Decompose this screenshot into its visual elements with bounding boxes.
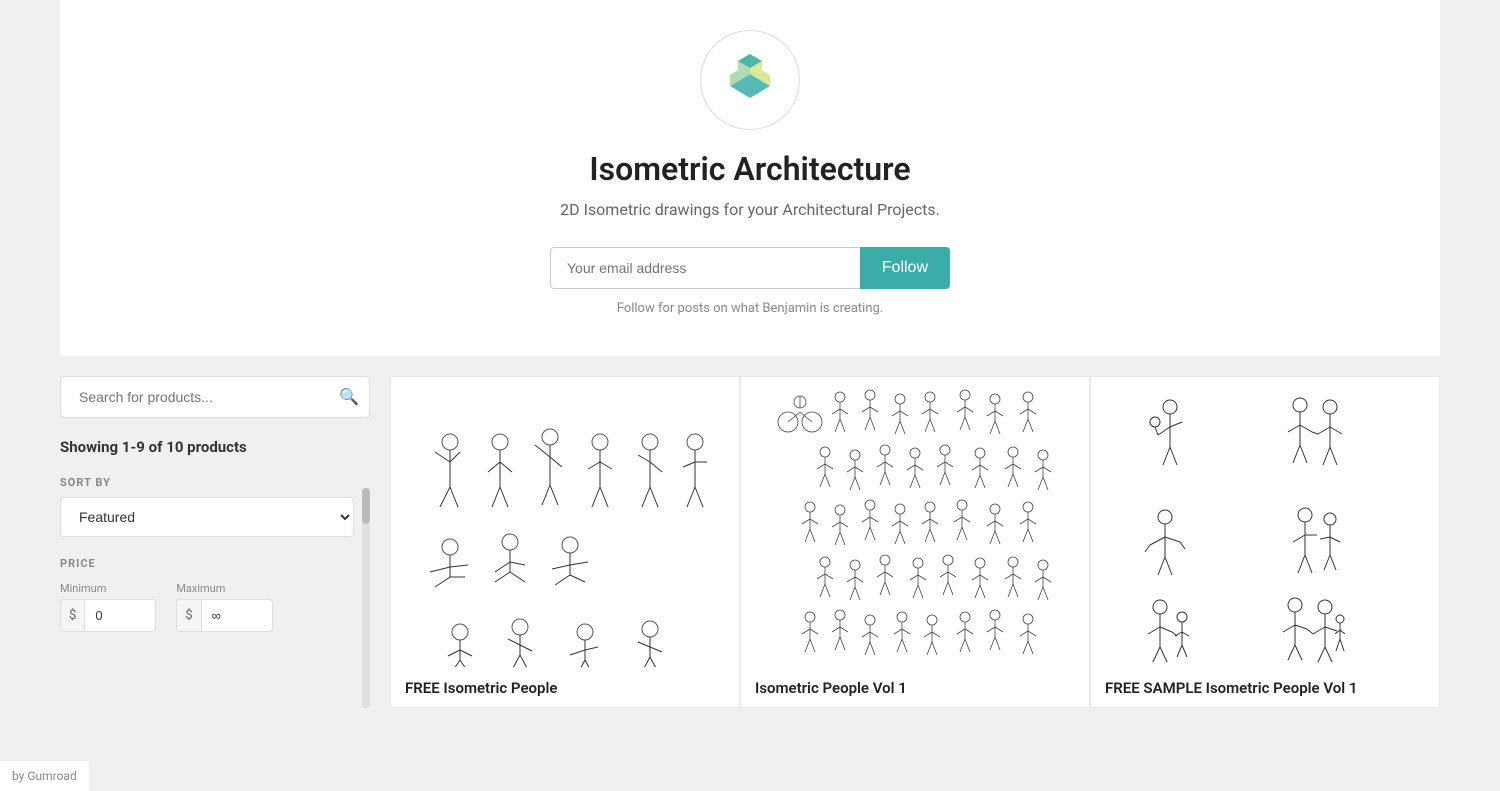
product-card-2[interactable]: Isometric People Vol 1 bbox=[740, 376, 1090, 708]
max-price-input[interactable] bbox=[202, 600, 272, 631]
product-card-1[interactable]: FREE Isometric People bbox=[390, 376, 740, 708]
scrollbar-track[interactable] bbox=[362, 488, 370, 708]
min-price-input[interactable] bbox=[85, 600, 155, 631]
search-bar: 🔍 bbox=[60, 376, 370, 418]
product-crowd-svg bbox=[741, 377, 1089, 667]
product-sketch-svg-1 bbox=[391, 377, 739, 667]
price-inputs: Minimum $ Maximum $ bbox=[60, 582, 354, 632]
showing-count: Showing 1-9 of 10 products bbox=[60, 438, 354, 456]
sort-select[interactable]: Featured Newest Highest Rated Most Revie… bbox=[60, 497, 354, 537]
max-label: Maximum bbox=[176, 582, 272, 595]
sort-by-label: SORT BY bbox=[60, 476, 354, 489]
follow-form: Follow bbox=[550, 247, 950, 289]
product-title-1: FREE Isometric People bbox=[391, 667, 739, 707]
follow-button[interactable]: Follow bbox=[860, 247, 950, 289]
gumroad-label: by Gumroad bbox=[12, 769, 77, 783]
logo-circle bbox=[700, 30, 800, 130]
max-price-group: Maximum $ bbox=[176, 582, 272, 632]
hero-section: Isometric Architecture 2D Isometric draw… bbox=[60, 0, 1440, 356]
search-icon: 🔍 bbox=[339, 389, 359, 406]
search-input[interactable] bbox=[71, 377, 339, 417]
min-label: Minimum bbox=[60, 582, 156, 595]
max-price-wrapper: $ bbox=[176, 599, 272, 632]
product-image-1 bbox=[391, 377, 739, 667]
product-card-3[interactable]: FREE SAMPLE Isometric People Vol 1 bbox=[1090, 376, 1440, 708]
logo-icon bbox=[720, 53, 780, 108]
page-subtitle: 2D Isometric drawings for your Architect… bbox=[560, 200, 940, 219]
products-grid: FREE Isometric People bbox=[390, 376, 1440, 708]
page-title: Isometric Architecture bbox=[589, 150, 910, 188]
min-price-group: Minimum $ bbox=[60, 582, 156, 632]
product-title-3: FREE SAMPLE Isometric People Vol 1 bbox=[1091, 667, 1439, 707]
sidebar: 🔍 Showing 1-9 of 10 products SORT BY Fea… bbox=[60, 376, 370, 708]
product-image-2 bbox=[741, 377, 1089, 667]
product-image-3 bbox=[1091, 377, 1439, 667]
price-label: PRICE bbox=[60, 557, 354, 570]
product-sample-svg bbox=[1091, 377, 1439, 667]
max-currency: $ bbox=[177, 600, 201, 631]
min-currency: $ bbox=[61, 600, 85, 631]
search-button[interactable]: 🔍 bbox=[339, 387, 359, 407]
product-title-2: Isometric People Vol 1 bbox=[741, 667, 1089, 707]
main-content: 🔍 Showing 1-9 of 10 products SORT BY Fea… bbox=[0, 356, 1500, 708]
follow-note: Follow for posts on what Benjamin is cre… bbox=[617, 301, 883, 316]
min-price-wrapper: $ bbox=[60, 599, 156, 632]
scrollbar-bg bbox=[362, 488, 370, 708]
gumroad-badge: by Gumroad bbox=[0, 760, 90, 791]
email-input[interactable] bbox=[550, 247, 860, 289]
scrollbar-thumb[interactable] bbox=[362, 488, 370, 524]
